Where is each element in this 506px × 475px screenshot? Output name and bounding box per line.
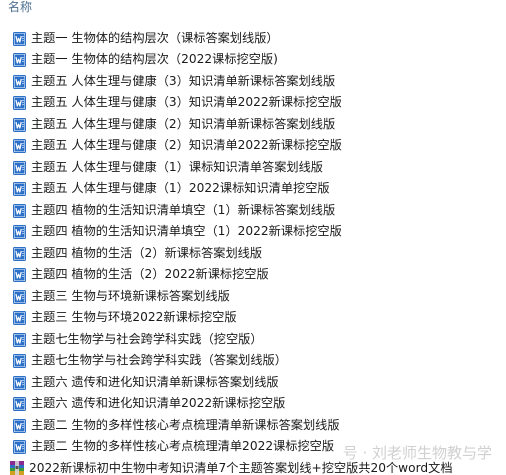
file-row[interactable]: 主题五 人体生理与健康（2）知识清单新课标答案划线版 (0, 113, 506, 135)
file-name: 主题一 生物体的结构层次（课标答案划线版） (31, 30, 279, 45)
word-doc-icon (13, 375, 26, 390)
file-row[interactable]: 主题五 人体生理与健康（3）知识清单2022新课标挖空版 (0, 92, 506, 114)
file-name: 主题六 遗传和进化知识清单2022新课标挖空版 (31, 396, 286, 411)
file-name: 主题三 生物与环境新课标答案划线版 (31, 288, 230, 303)
file-name: 主题四 植物的生活知识清单填空（1）2022新课标挖空版 (31, 224, 342, 239)
word-doc-icon (13, 246, 26, 261)
word-doc-icon (13, 289, 26, 304)
file-name: 主题七生物学与社会跨学科实践（挖空版） (31, 331, 263, 346)
archive-icon (9, 460, 25, 475)
word-doc-icon (13, 267, 26, 283)
file-row[interactable]: 主题四 植物的生活（2）2022新课标挖空版 (0, 264, 506, 286)
word-doc-icon (13, 353, 26, 369)
word-doc-icon (13, 310, 26, 326)
file-row[interactable]: 主题一 生物体的结构层次（2022课标挖空版) (0, 49, 506, 71)
file-row[interactable]: 主题五 人体生理与健康（1）2022课标知识清单挖空版 (0, 178, 506, 200)
file-name: 主题二 生物的多样性核心考点梳理清单新课标答案划线版 (31, 417, 340, 432)
file-name: 主题一 生物体的结构层次（2022课标挖空版) (31, 52, 278, 67)
file-row[interactable]: 主题四 植物的生活（2）新课标答案划线版 (0, 242, 506, 264)
word-doc-icon (13, 224, 26, 240)
file-row[interactable]: 主题三 生物与环境2022新课标挖空版 (0, 307, 506, 329)
file-name: 主题五 人体生理与健康（3）知识清单2022新课标挖空版 (31, 95, 342, 110)
word-doc-icon (13, 95, 26, 111)
file-row[interactable]: 主题六 遗传和进化知识清单2022新课标挖空版 (0, 393, 506, 415)
file-name: 主题五 人体生理与健康（3）知识清单新课标答案划线版 (31, 73, 336, 88)
word-doc-icon (13, 74, 26, 89)
file-row[interactable]: 主题七生物学与社会跨学科实践（挖空版） (0, 328, 506, 350)
word-doc-icon (13, 203, 26, 218)
file-row[interactable]: 主题七生物学与社会跨学科实践（答案划线版） (0, 350, 506, 372)
file-name: 主题四 植物的生活知识清单填空（1）新课标答案划线版 (31, 202, 336, 217)
file-name: 主题七生物学与社会跨学科实践（答案划线版） (31, 353, 287, 368)
file-row[interactable]: 主题二 生物的多样性核心考点梳理清单2022课标挖空版 (0, 436, 506, 458)
file-row[interactable]: 主题四 植物的生活知识清单填空（1）新课标答案划线版 (0, 199, 506, 221)
file-name: 主题五 人体生理与健康（1）课标知识清单答案划线版 (31, 159, 323, 174)
file-name: 主题五 人体生理与健康（1）2022课标知识清单挖空版 (31, 181, 330, 196)
word-doc-icon (13, 418, 26, 433)
file-list: 名称 主题一 生物体的结构层次（课标答案划线版） 主题一 生物体的结构层次（202… (0, 0, 506, 475)
file-row[interactable]: 主题五 人体生理与健康（1）课标知识清单答案划线版 (0, 156, 506, 178)
file-row[interactable]: 主题五 人体生理与健康（2）知识清单2022新课标挖空版 (0, 135, 506, 157)
word-doc-icon (13, 439, 26, 455)
file-name: 2022新课标初中生物中考知识清单7个主题答案划线+挖空版共20个word文档 (29, 460, 453, 475)
file-row[interactable]: 主题四 植物的生活知识清单填空（1）2022新课标挖空版 (0, 221, 506, 243)
file-name: 主题二 生物的多样性核心考点梳理清单2022课标挖空版 (31, 439, 335, 454)
word-doc-icon (13, 31, 26, 46)
column-header-name[interactable]: 名称 (0, 0, 32, 18)
file-name: 主题五 人体生理与健康（2）知识清单新课标答案划线版 (31, 116, 336, 131)
file-name: 主题五 人体生理与健康（2）知识清单2022新课标挖空版 (31, 138, 342, 153)
file-name: 主题六 遗传和进化知识清单新课标答案划线版 (31, 374, 279, 389)
file-name: 主题四 植物的生活（2）新课标答案划线版 (31, 245, 263, 260)
word-doc-icon (13, 138, 26, 154)
file-name: 主题三 生物与环境2022新课标挖空版 (31, 310, 237, 325)
word-doc-icon (13, 396, 26, 412)
word-doc-icon (13, 117, 26, 132)
file-row[interactable]: 主题五 人体生理与健康（3）知识清单新课标答案划线版 (0, 70, 506, 92)
word-doc-icon (13, 160, 26, 175)
file-row[interactable]: 主题六 遗传和进化知识清单新课标答案划线版 (0, 371, 506, 393)
file-row[interactable]: 主题三 生物与环境新课标答案划线版 (0, 285, 506, 307)
word-doc-icon (13, 181, 26, 197)
word-doc-icon (13, 52, 26, 68)
file-row[interactable]: 主题二 生物的多样性核心考点梳理清单新课标答案划线版 (0, 414, 506, 436)
file-name: 主题四 植物的生活（2）2022新课标挖空版 (31, 267, 269, 282)
word-doc-icon (13, 332, 26, 347)
file-row[interactable]: 主题一 生物体的结构层次（课标答案划线版） (0, 27, 506, 49)
file-rows: 主题一 生物体的结构层次（课标答案划线版） 主题一 生物体的结构层次（2022课标… (0, 27, 506, 475)
file-row[interactable]: 2022新课标初中生物中考知识清单7个主题答案划线+挖空版共20个word文档 (0, 457, 506, 475)
